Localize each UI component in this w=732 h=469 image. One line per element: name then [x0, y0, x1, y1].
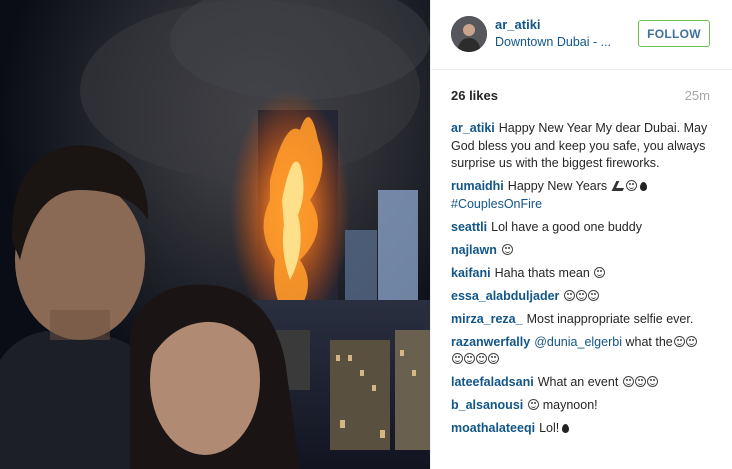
mention-link[interactable]: @dunia_elgerbi — [534, 335, 622, 349]
hand-gesture-icon — [611, 181, 627, 191]
list-item: lateefaladsani What an event — [451, 374, 719, 392]
follow-button[interactable]: FOLLOW — [638, 20, 710, 47]
post-location[interactable]: Downtown Dubai - ... — [495, 35, 611, 49]
post-username[interactable]: ar_atiki — [495, 17, 541, 32]
comment-username[interactable]: najlawn — [451, 243, 497, 257]
comment-username[interactable]: mirza_reza_ — [451, 312, 523, 326]
list-item: rumaidhi Happy New Years #CouplesOnFire — [451, 178, 719, 213]
smiley-emoji-icon — [528, 399, 540, 410]
comment-text: What an event — [537, 375, 619, 389]
avatar[interactable] — [451, 16, 487, 52]
comment-text: Most inappropriate selfie ever. — [526, 311, 694, 326]
comment-username[interactable]: ar_atiki — [451, 121, 495, 135]
smiley-emoji-icon — [685, 335, 697, 347]
comment-text: what the — [625, 334, 673, 349]
smiley-emoji-icon — [588, 289, 600, 301]
smiley-emoji-icon — [501, 243, 513, 255]
smiley-emoji-icon — [452, 353, 463, 364]
list-item: seattli Lol have a good one buddy — [451, 219, 719, 237]
comment-text: Lol! — [539, 421, 560, 435]
comment-list: ar_atiki Happy New Year My dear Dubai. Ma… — [451, 120, 719, 443]
comment-username[interactable]: razanwerfally — [451, 335, 530, 349]
comment-username[interactable]: rumaidhi — [451, 179, 504, 193]
comment-username[interactable]: essa_alabduljader — [451, 289, 559, 303]
comment-username[interactable]: lateefaladsani — [451, 375, 534, 389]
hashtag-link[interactable]: #CouplesOnFire — [451, 197, 542, 211]
smiley-emoji-icon — [594, 266, 606, 278]
comment-username[interactable]: kaifani — [451, 266, 491, 280]
smiley-emoji-icon — [634, 376, 646, 387]
list-item: najlawn — [451, 242, 719, 260]
comment-username[interactable]: b_alsanousi — [451, 398, 523, 412]
caption: ar_atiki Happy New Year My dear Dubai. Ma… — [451, 120, 719, 173]
post-header: ar_atiki Downtown Dubai - ... FOLLOW — [431, 0, 732, 70]
comment-username[interactable]: seattli — [451, 220, 487, 234]
drop-icon — [639, 182, 647, 191]
list-item: kaifani Haha thats mean — [451, 265, 719, 283]
comment-text: Happy New Years — [507, 179, 608, 193]
smiley-emoji-icon — [646, 376, 658, 387]
list-item: razanwerfally @dunia_elgerbi what the — [451, 334, 719, 369]
smiley-emoji-icon — [673, 335, 685, 347]
list-item: essa_alabduljader — [451, 288, 719, 306]
smiley-emoji-icon — [622, 376, 634, 387]
smiley-emoji-icon — [576, 289, 588, 301]
list-item: b_alsanousi maynoon! — [451, 397, 719, 415]
smiley-emoji-icon — [476, 353, 487, 364]
selfie-fire-image — [0, 0, 430, 469]
drop-icon — [562, 424, 570, 433]
post-details-panel: ar_atiki Downtown Dubai - ... FOLLOW 26 … — [430, 0, 732, 469]
smiley-emoji-icon — [564, 289, 576, 301]
post-photo[interactable] — [0, 0, 430, 469]
comment-username[interactable]: moathalateeqi — [451, 421, 535, 435]
list-item: moathalateeqi Lol! — [451, 420, 719, 438]
comment-text: Lol have a good one buddy — [491, 219, 642, 234]
post-time: 25m — [684, 88, 710, 103]
smiley-emoji-icon — [464, 353, 475, 364]
comment-text: Haha thats mean — [494, 265, 590, 280]
list-item: mirza_reza_ Most inappropriate selfie eve… — [451, 311, 719, 329]
smiley-emoji-icon — [488, 353, 499, 364]
comment-text: maynoon! — [542, 398, 598, 412]
smiley-emoji-icon — [625, 180, 637, 191]
likes-count[interactable]: 26 likes — [451, 88, 498, 103]
